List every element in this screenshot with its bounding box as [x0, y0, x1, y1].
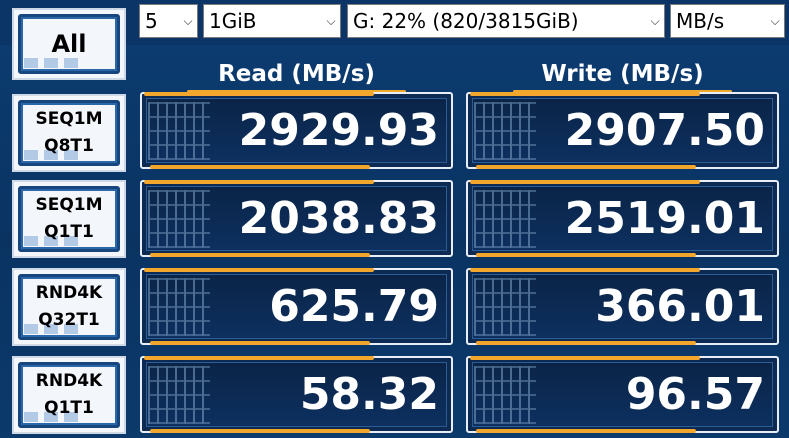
- grill-decoration: [474, 366, 536, 424]
- chevron-down-icon: ⌵: [183, 14, 193, 28]
- all-button-label: All: [51, 29, 87, 58]
- read-result-panel: 2929.93: [140, 92, 453, 169]
- test-name: SEQ1M: [35, 195, 103, 215]
- drive-value: G: 22% (820/3815GiB): [353, 9, 579, 33]
- unit-value: MB/s: [676, 9, 725, 33]
- read-result-panel: 58.32: [140, 356, 453, 433]
- read-value: 2038.83: [238, 193, 439, 244]
- grill-decoration: [148, 366, 210, 424]
- test-button-rnd4k-q1t1[interactable]: RND4K Q1T1: [12, 356, 126, 434]
- test-name: RND4K: [35, 371, 103, 391]
- chevron-down-icon: ⌵: [326, 14, 336, 28]
- test-params: Q1T1: [44, 398, 94, 418]
- grill-decoration: [148, 278, 210, 336]
- test-params: Q32T1: [38, 310, 100, 330]
- grill-decoration: [474, 102, 536, 160]
- grill-decoration: [148, 190, 210, 248]
- test-size-select[interactable]: 1GiB ⌵: [203, 4, 341, 38]
- read-result-panel: 2038.83: [140, 180, 453, 257]
- chevron-down-icon: ⌵: [650, 14, 660, 28]
- write-result-panel: 96.57: [466, 356, 779, 433]
- write-header: Write (MB/s): [466, 57, 779, 93]
- grill-decoration: [474, 278, 536, 336]
- chevron-down-icon: ⌵: [770, 14, 780, 28]
- runs-select[interactable]: 5 ⌵: [139, 4, 198, 38]
- test-button-seq1m-q1t1[interactable]: SEQ1M Q1T1: [12, 180, 126, 258]
- test-name: RND4K: [35, 283, 103, 303]
- write-value: 366.01: [595, 281, 765, 332]
- grill-decoration: [474, 190, 536, 248]
- write-result-panel: 366.01: [466, 268, 779, 345]
- test-size-value: 1GiB: [209, 9, 257, 33]
- test-params: Q8T1: [44, 136, 94, 156]
- read-header: Read (MB/s): [140, 57, 453, 93]
- write-value: 96.57: [625, 369, 765, 420]
- read-value: 58.32: [299, 369, 439, 420]
- test-name: SEQ1M: [35, 109, 103, 129]
- read-value: 2929.93: [238, 105, 439, 156]
- unit-select[interactable]: MB/s ⌵: [670, 4, 785, 38]
- write-result-panel: 2907.50: [466, 92, 779, 169]
- write-result-panel: 2519.01: [466, 180, 779, 257]
- read-value: 625.79: [269, 281, 439, 332]
- all-button[interactable]: All: [12, 8, 126, 80]
- write-value: 2907.50: [564, 105, 765, 156]
- drive-select[interactable]: G: 22% (820/3815GiB) ⌵: [347, 4, 665, 38]
- read-result-panel: 625.79: [140, 268, 453, 345]
- test-button-rnd4k-q32t1[interactable]: RND4K Q32T1: [12, 268, 126, 346]
- test-params: Q1T1: [44, 222, 94, 242]
- test-button-seq1m-q8t1[interactable]: SEQ1M Q8T1: [12, 94, 126, 172]
- write-value: 2519.01: [564, 193, 765, 244]
- grill-decoration: [148, 102, 210, 160]
- runs-value: 5: [145, 9, 158, 33]
